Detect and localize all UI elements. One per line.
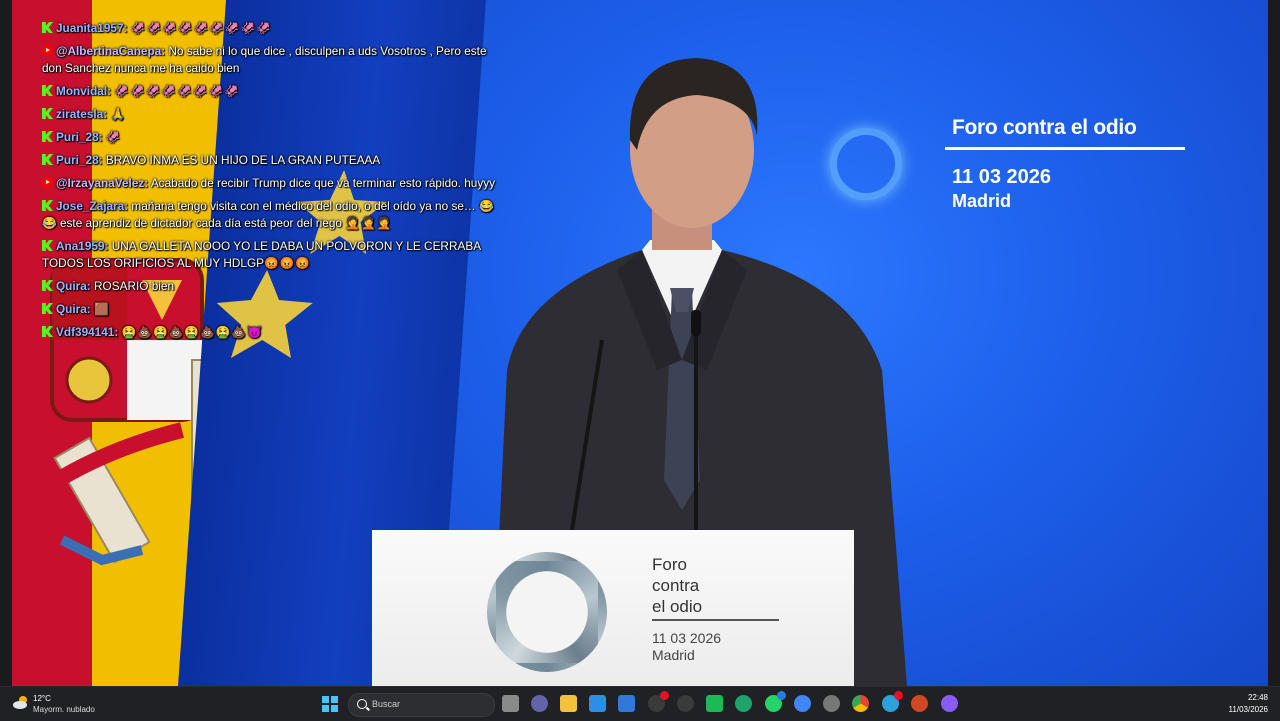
chat-message: Jose_Zajara: mañana tengo visita con el … [42, 199, 494, 230]
chat-message: Ana1959: UNA GALLETA NOOO YO LE DABA UN … [42, 239, 481, 270]
file-explorer-icon[interactable] [560, 695, 577, 712]
kick-icon [42, 280, 53, 291]
chat-app-icon[interactable] [648, 691, 669, 712]
chat-message: Quira: ROSARIO bien [42, 278, 502, 295]
kick-icon [42, 154, 53, 165]
chat-message: Monvidal: 🦑🦑🦑🦑🦑🦑🦑🦑 [42, 83, 502, 100]
kick-icon [42, 303, 53, 314]
search-input[interactable]: Buscar [348, 693, 495, 717]
kick-icon [42, 108, 53, 119]
cloud-sun-icon[interactable] [12, 695, 30, 709]
forum-title: Foro contra el odio [952, 116, 1137, 139]
weather-temperature[interactable]: 12°C [33, 694, 51, 703]
lectern-logo-icon [487, 552, 607, 672]
lectern-divider [652, 619, 779, 621]
app-green-icon[interactable] [706, 695, 723, 712]
kick-icon [42, 22, 53, 33]
weather-description[interactable]: Mayorm. nublado [33, 705, 95, 714]
chat-message: ziratesla: 🙏 [42, 106, 502, 123]
youtube-icon [42, 177, 53, 188]
obs-icon[interactable] [677, 695, 694, 712]
lectern: Foro contra el odio 11 03 2026 Madrid [372, 530, 854, 686]
teams-icon[interactable] [531, 695, 548, 712]
chrome-alt-icon[interactable] [794, 695, 811, 712]
edge-icon[interactable] [735, 695, 752, 712]
lectern-date: 11 03 2026 [652, 630, 722, 646]
chat-message: Puri_28: 🦑 [42, 129, 502, 146]
kick-icon [42, 85, 53, 96]
chat-message: @AlbertinaCanepa: No sabe ni lo que dice… [42, 44, 487, 75]
chrome-icon[interactable] [852, 695, 869, 712]
chat-message: Vdf394141: 🤮💩🤮💩🤮💩🤮💩😈 [42, 324, 502, 341]
chat-message: Puri_28: BRAVO INMA ES UN HIJO DE LA GRA… [42, 152, 502, 169]
chat-message: Juanita1957: 🦑🦑🦑🦑🦑🦑🦑🦑🦑 [42, 20, 502, 37]
chat-message: @IrzayanaVelez: Acabado de recibir Trump… [42, 175, 502, 192]
kick-icon [42, 200, 53, 211]
kick-icon [42, 240, 53, 251]
forum-divider [945, 147, 1185, 150]
powerpoint-icon[interactable] [911, 695, 928, 712]
video-player[interactable]: Foro contra el odio 11 03 2026 Madrid Fo… [12, 0, 1268, 686]
kick-icon [42, 326, 53, 337]
forum-date: 11 03 2026 [952, 166, 1051, 188]
forum-city: Madrid [952, 191, 1012, 211]
store-icon[interactable] [589, 695, 606, 712]
search-placeholder: Buscar [372, 699, 401, 709]
chat-overlay: Juanita1957: 🦑🦑🦑🦑🦑🦑🦑🦑🦑 @AlbertinaCanepa:… [42, 20, 502, 347]
youtube-icon [42, 45, 53, 56]
lectern-title: Foro contra el odio [652, 555, 703, 616]
start-button[interactable] [322, 696, 338, 712]
clock-date[interactable]: 11/03/2026 [1229, 705, 1268, 714]
chat-message: Quira: 🟫 [42, 301, 502, 318]
clock-time[interactable]: 22:48 [1248, 693, 1268, 702]
settings-icon[interactable] [823, 695, 840, 712]
mail-icon[interactable] [618, 695, 635, 712]
lectern-city: Madrid [652, 647, 695, 663]
taskbar: 12°C Mayorm. nublado Buscar 22:48 11/03/… [0, 686, 1280, 721]
search-icon [357, 699, 367, 709]
kick-icon [42, 131, 53, 142]
app-purple-icon[interactable] [941, 695, 958, 712]
whatsapp-icon[interactable] [765, 691, 786, 712]
telegram-icon[interactable] [882, 691, 903, 712]
task-view-icon[interactable] [502, 695, 519, 712]
